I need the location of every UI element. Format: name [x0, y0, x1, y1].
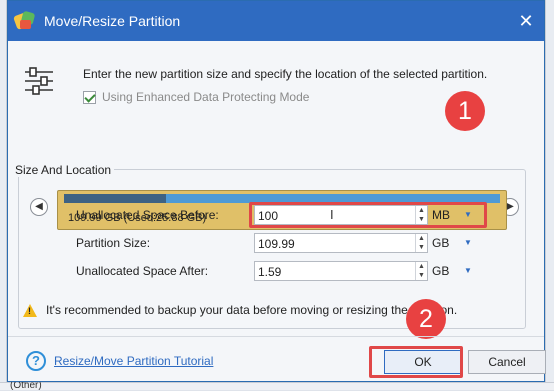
background-window-bottom: (Other) [0, 382, 554, 390]
warning-text: It's recommended to backup your data bef… [46, 303, 457, 317]
cancel-button[interactable]: Cancel [468, 350, 546, 374]
partition-size-spinner[interactable]: ▲▼ [415, 234, 427, 252]
title-bar: Move/Resize Partition ✕ [8, 1, 544, 41]
unallocated-after-value: 1.59 [258, 265, 281, 279]
help-icon[interactable]: ? [26, 351, 46, 371]
unallocated-after-spinner[interactable]: ▲▼ [415, 262, 427, 280]
unallocated-after-input[interactable]: 1.59 ▲▼ [254, 261, 428, 281]
move-resize-dialog: Move/Resize Partition ✕ Enter the new pa… [7, 0, 545, 382]
warning-icon [23, 304, 37, 317]
scroll-left-button[interactable]: ◀ [30, 198, 48, 216]
close-icon[interactable]: ✕ [508, 1, 544, 41]
step-badge-1: 1 [445, 91, 485, 131]
tutorial-link[interactable]: Resize/Move Partition Tutorial [54, 354, 213, 368]
partition-size-value: 109.99 [258, 237, 295, 251]
text-cursor-icon: I [330, 208, 336, 221]
chevron-down-icon[interactable]: ▼ [461, 233, 475, 253]
dialog-content: Enter the new partition size and specify… [8, 41, 544, 383]
step-badge-2: 2 [406, 299, 446, 339]
unallocated-before-label: Unallocated Space Before: [76, 208, 219, 222]
enhanced-protect-checkbox[interactable] [83, 91, 96, 104]
background-window-right [545, 0, 554, 390]
size-location-title: Size And Location [12, 163, 114, 177]
intro-text: Enter the new partition size and specify… [83, 67, 487, 81]
unallocated-after-label: Unallocated Space After: [76, 264, 208, 278]
enhanced-protect-label: Using Enhanced Data Protecting Mode [102, 90, 309, 104]
partition-used-bar [64, 194, 166, 203]
partition-size-input[interactable]: 109.99 ▲▼ [254, 233, 428, 253]
partition-size-label: Partition Size: [76, 236, 150, 250]
sliders-icon [23, 65, 55, 97]
background-window-left [0, 0, 7, 390]
chevron-down-icon[interactable]: ▼ [461, 261, 475, 281]
window-title: Move/Resize Partition [44, 13, 508, 29]
highlight-box-before [249, 202, 487, 228]
highlight-box-ok [369, 346, 463, 378]
enhanced-protect-option[interactable]: Using Enhanced Data Protecting Mode [83, 90, 309, 104]
app-icon [14, 10, 36, 32]
footer-separator [8, 336, 544, 337]
